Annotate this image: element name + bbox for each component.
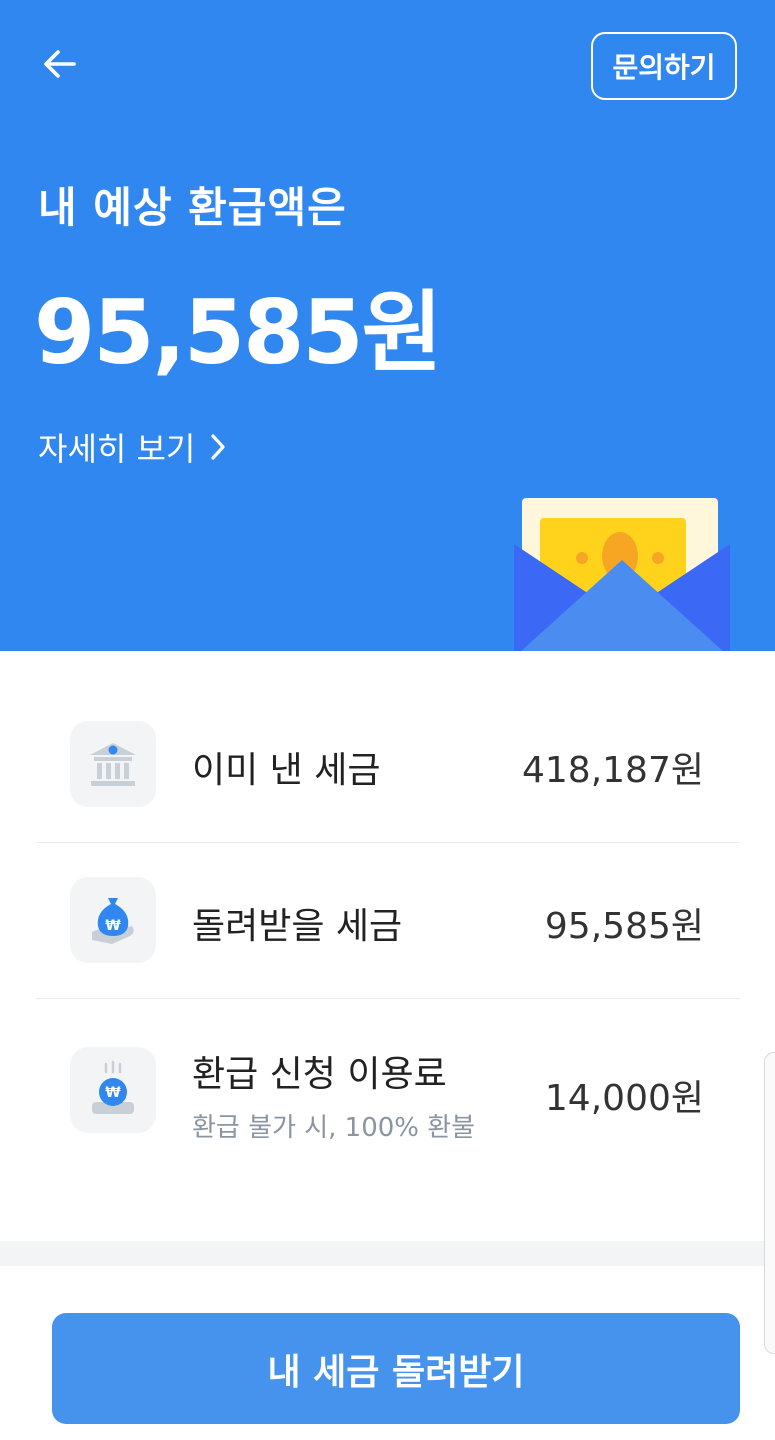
tax-breakdown-list: 이미 낸 세금 418,187원 ₩ 돌려받을 세금 95,585원 ₩ 환급 …: [0, 651, 775, 1241]
list-item-service-fee: ₩ 환급 신청 이용료 환급 불가 시, 100% 환불 14,000원: [36, 999, 740, 1155]
svg-text:₩: ₩: [105, 918, 121, 934]
list-item-refund-tax: ₩ 돌려받을 세금 95,585원: [36, 843, 740, 999]
scroll-handle[interactable]: [764, 1052, 775, 1354]
hero-header: 문의하기 내 예상 환급액은 95,585원 자세히 보기: [0, 0, 775, 651]
row-sub-label: 환급 불가 시, 100% 환불: [192, 1113, 476, 1143]
svg-text:₩: ₩: [105, 1085, 121, 1101]
envelope-money-icon: [514, 498, 730, 651]
hot-coin-icon: ₩: [70, 1047, 156, 1133]
get-refund-button[interactable]: 내 세금 돌려받기: [52, 1313, 740, 1424]
section-divider: [0, 1241, 775, 1266]
back-button[interactable]: [36, 40, 84, 88]
bank-icon: [70, 721, 156, 807]
row-value: 418,187원: [522, 750, 704, 791]
list-item-paid-tax: 이미 낸 세금 418,187원: [36, 687, 740, 843]
refund-subtitle: 내 예상 환급액은: [38, 183, 347, 232]
row-value: 14,000원: [544, 1078, 704, 1119]
detail-link-label: 자세히 보기: [38, 430, 196, 468]
money-bag-icon: ₩: [70, 877, 156, 963]
row-value: 95,585원: [544, 906, 704, 947]
arrow-left-icon: [44, 50, 76, 78]
row-label: 돌려받을 세금: [192, 906, 403, 947]
row-label: 이미 낸 세금: [192, 750, 381, 791]
detail-link[interactable]: 자세히 보기: [38, 424, 227, 470]
row-label: 환급 신청 이용료: [192, 1054, 447, 1095]
refund-amount: 95,585원: [34, 281, 443, 384]
inquiry-button[interactable]: 문의하기: [591, 32, 737, 100]
chevron-right-icon: [211, 434, 225, 460]
